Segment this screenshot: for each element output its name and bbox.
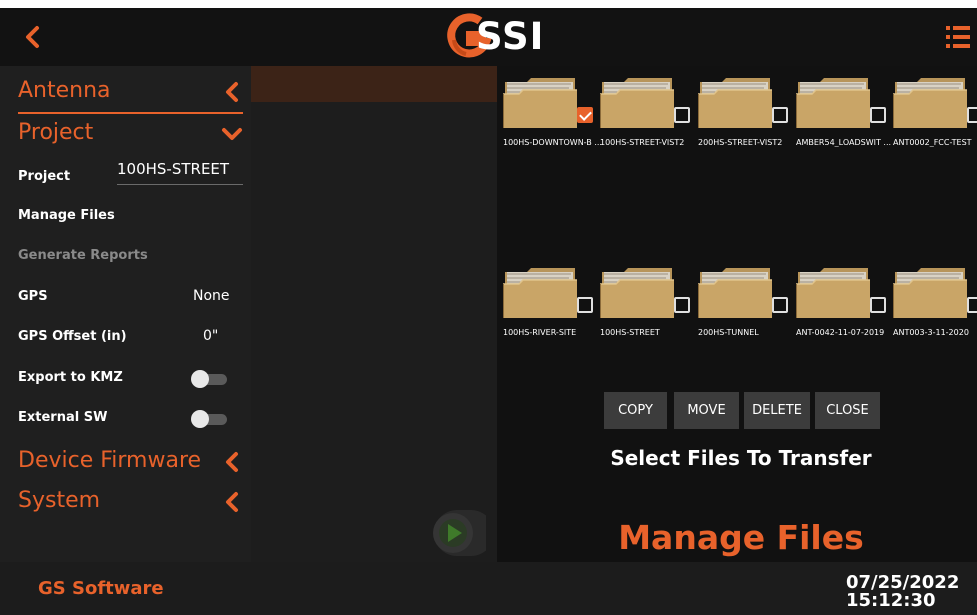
page-title: Manage Files [618, 518, 864, 557]
file-folder-item[interactable]: 100HS-RIVER-SITE [497, 266, 593, 346]
file-folder-item[interactable]: AMBER54_LOADSWIT ... [790, 76, 891, 156]
file-select-checkbox[interactable] [674, 297, 690, 313]
folder-icon [698, 268, 772, 318]
section-device-firmware[interactable]: Device Firmware [18, 444, 243, 480]
transfer-instruction: Select Files To Transfer [610, 446, 872, 470]
file-select-checkbox[interactable] [967, 107, 977, 123]
file-folder-item[interactable]: 200HS-STREET-VIST2 [692, 76, 788, 156]
project-label: Project [18, 169, 71, 184]
scan-panel [251, 66, 497, 562]
back-arrow-icon[interactable] [18, 22, 48, 52]
file-name: ANT-0042-11-07-2019 [796, 328, 885, 337]
folder-icon [600, 268, 674, 318]
file-folder-item[interactable]: 100HS-DOWNTOWN-B ... [497, 76, 602, 156]
file-select-checkbox[interactable] [870, 107, 886, 123]
file-manager-panel: 100HS-DOWNTOWN-B ... 100HS-STREET-VIST2 20… [497, 66, 977, 562]
project-row: Project 100HS-STREET [18, 160, 243, 190]
app-window: SSI Antenna Project Project 100HS-STREET… [0, 8, 977, 615]
folder-icon [893, 268, 967, 318]
gps-offset-value[interactable]: 0" [203, 328, 218, 344]
file-select-checkbox[interactable] [772, 297, 788, 313]
file-folder-item[interactable]: ANT-0042-11-07-2019 [790, 266, 886, 346]
status-time: 15:12:30 [846, 590, 936, 611]
section-device-firmware-label: Device Firmware [18, 448, 202, 473]
file-folder-item[interactable]: 200HS-TUNNEL [692, 266, 788, 346]
move-button[interactable]: MOVE [674, 392, 739, 429]
generate-reports-label: Generate Reports [18, 248, 148, 263]
file-name: ANT0002_FCC-TEST [893, 138, 972, 147]
folder-icon [796, 78, 870, 128]
folder-icon [893, 78, 967, 128]
gps-label: GPS [18, 289, 48, 304]
menu-list-icon[interactable] [946, 24, 970, 50]
copy-button[interactable]: COPY [604, 392, 667, 429]
generate-reports-item: Generate Reports [18, 242, 243, 272]
external-sw-row: External SW [18, 404, 243, 434]
gps-row[interactable]: GPS None [18, 283, 243, 313]
file-name: 100HS-STREET [600, 328, 660, 337]
project-name-field[interactable]: 100HS-STREET [117, 160, 243, 185]
gps-offset-label: GPS Offset (in) [18, 329, 127, 344]
file-select-checkbox[interactable] [967, 297, 977, 313]
file-folder-item[interactable]: ANT0002_FCC-TEST [887, 76, 977, 156]
settings-sidebar: Antenna Project Project 100HS-STREET Man… [0, 66, 251, 562]
file-name: 200HS-STREET-VIST2 [698, 138, 783, 147]
top-bar: SSI [0, 8, 977, 66]
file-folder-item[interactable]: ANT003-3-11-2020 [887, 266, 977, 346]
file-name: AMBER54_LOADSWIT ... [796, 138, 892, 147]
folder-icon [796, 268, 870, 318]
file-name: 100HS-STREET-VIST2 [600, 138, 685, 147]
file-select-checkbox[interactable] [674, 107, 690, 123]
folder-icon [503, 268, 577, 318]
gssi-logo: SSI [444, 12, 574, 62]
external-sw-toggle[interactable] [191, 410, 229, 428]
chevron-down-icon [222, 128, 242, 140]
file-select-checkbox[interactable] [870, 297, 886, 313]
folder-icon [698, 78, 772, 128]
folder-icon [503, 78, 577, 128]
folder-icon [600, 78, 674, 128]
section-system-label: System [18, 488, 101, 513]
app-name: GS Software [38, 578, 164, 599]
manage-files-item[interactable]: Manage Files [18, 202, 243, 232]
section-project-label: Project [18, 120, 94, 145]
file-name: 100HS-RIVER-SITE [503, 328, 577, 337]
external-sw-label: External SW [18, 410, 108, 425]
file-name: ANT003-3-11-2020 [893, 328, 969, 337]
file-select-checkbox[interactable] [772, 107, 788, 123]
file-name: 200HS-TUNNEL [698, 328, 759, 337]
play-button-icon[interactable] [416, 506, 486, 560]
export-kmz-toggle[interactable] [191, 370, 229, 388]
delete-button[interactable]: DELETE [744, 392, 810, 429]
gps-offset-row[interactable]: GPS Offset (in) 0" [18, 323, 243, 353]
close-button[interactable]: CLOSE [815, 392, 880, 429]
file-select-checkbox[interactable] [577, 297, 593, 313]
selected-row-highlight [251, 66, 497, 102]
chevron-left-icon [226, 492, 238, 512]
export-kmz-row: Export to KMZ [18, 364, 243, 394]
manage-files-label: Manage Files [18, 208, 115, 223]
file-name: 100HS-DOWNTOWN-B ... [503, 138, 602, 147]
logo-text: SSI [476, 15, 545, 58]
section-system[interactable]: System [18, 484, 243, 520]
export-kmz-label: Export to KMZ [18, 370, 123, 385]
file-folder-item[interactable]: 100HS-STREET-VIST2 [594, 76, 690, 156]
section-antenna[interactable]: Antenna [18, 74, 243, 114]
status-bar: GS Software 07/25/2022 15:12:30 [0, 562, 977, 615]
file-folder-item[interactable]: 100HS-STREET [594, 266, 690, 346]
section-project[interactable]: Project [18, 116, 243, 152]
section-antenna-label: Antenna [18, 78, 111, 103]
file-select-checkbox[interactable] [577, 107, 593, 123]
chevron-left-icon [226, 452, 238, 472]
gps-value[interactable]: None [193, 288, 230, 304]
chevron-left-icon [226, 82, 238, 102]
